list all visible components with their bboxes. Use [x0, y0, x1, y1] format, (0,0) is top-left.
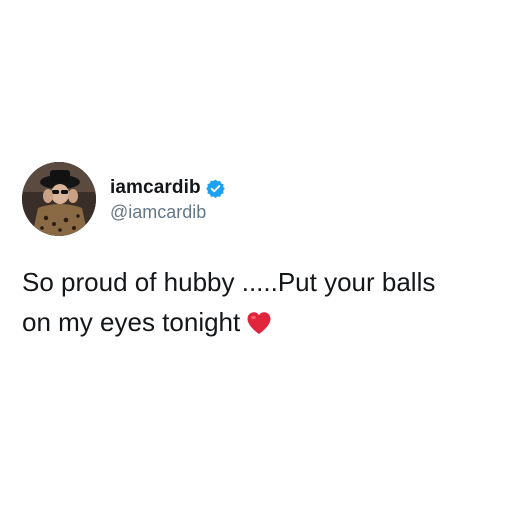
display-name[interactable]: iamcardib	[110, 177, 201, 199]
user-names: iamcardib @iamcardib	[110, 175, 225, 223]
user-handle[interactable]: @iamcardib	[110, 202, 225, 223]
tweet-text-line1: So proud of hubby .....Put your balls	[22, 267, 436, 297]
tweet-card: iamcardib @iamcardib So proud of hubby .…	[22, 162, 492, 342]
avatar[interactable]	[22, 162, 96, 236]
tweet-text: So proud of hubby .....Put your balls on…	[22, 262, 492, 342]
avatar-image	[22, 162, 96, 236]
display-name-row: iamcardib	[110, 175, 225, 201]
tweet-header: iamcardib @iamcardib	[22, 162, 492, 236]
verified-badge-icon	[205, 179, 225, 198]
tweet-text-line2: on my eyes tonight	[22, 307, 241, 337]
red-heart-icon	[246, 306, 272, 334]
